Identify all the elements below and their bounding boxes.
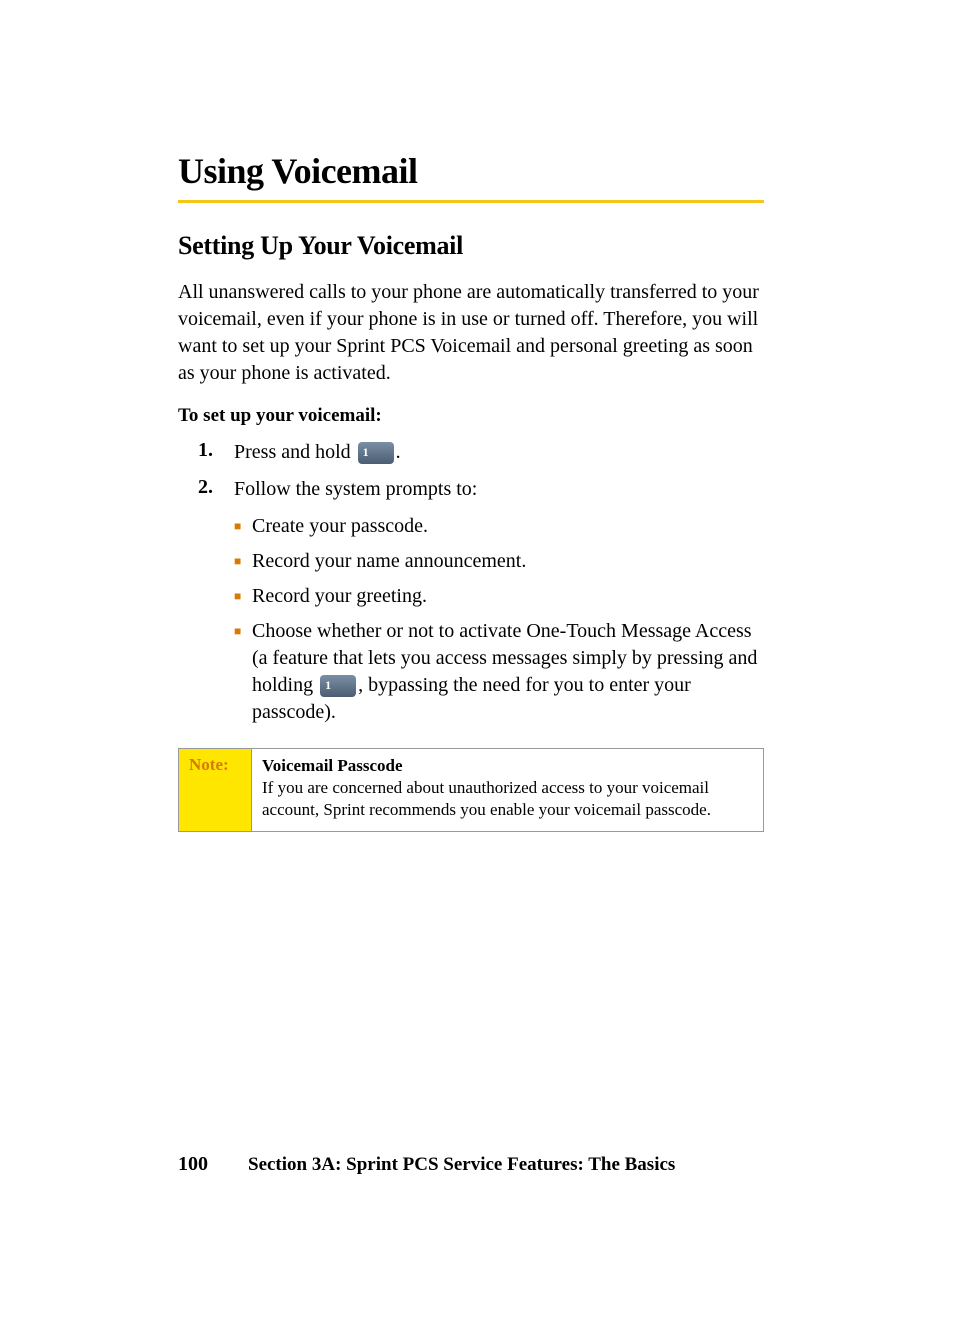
list-item: ■ Record your greeting. xyxy=(234,583,764,610)
page-footer: 100 Section 3A: Sprint PCS Service Featu… xyxy=(178,1153,675,1176)
bullet-text: Choose whether or not to activate One-To… xyxy=(252,618,764,726)
bullet-icon: ■ xyxy=(234,618,252,639)
list-item: ■ Create your passcode. xyxy=(234,513,764,540)
note-label: Note: xyxy=(179,749,251,831)
list-item: ■ Record your name announcement. xyxy=(234,548,764,575)
one-key-icon xyxy=(358,442,394,464)
section-label: Section 3A: Sprint PCS Service Features:… xyxy=(248,1154,675,1176)
bullet-text: Record your greeting. xyxy=(252,583,764,610)
bullet-icon: ■ xyxy=(234,513,252,534)
bullet-icon: ■ xyxy=(234,583,252,604)
bullet-icon: ■ xyxy=(234,548,252,569)
bullet-list: ■ Create your passcode. ■ Record your na… xyxy=(178,513,764,726)
step-text: Follow the system prompts to: xyxy=(234,476,764,503)
setup-label: To set up your voicemail: xyxy=(178,405,764,427)
page-content: Using Voicemail Setting Up Your Voicemai… xyxy=(0,0,954,832)
note-title: Voicemail Passcode xyxy=(262,755,753,777)
step-number: 1. xyxy=(198,439,234,462)
step-two: 2. Follow the system prompts to: xyxy=(198,476,764,503)
step-text-before: Press and hold xyxy=(234,441,356,463)
steps-list: 1. Press and hold . 2. Follow the system… xyxy=(178,439,764,503)
bullet-text: Record your name announcement. xyxy=(252,548,764,575)
sub-heading: Setting Up Your Voicemail xyxy=(178,231,764,261)
note-body: If you are concerned about unauthorized … xyxy=(262,778,711,819)
step-one: 1. Press and hold . xyxy=(198,439,764,466)
page-number: 100 xyxy=(178,1153,208,1176)
one-key-icon xyxy=(320,675,356,697)
step-text-after: . xyxy=(396,441,401,463)
main-heading: Using Voicemail xyxy=(178,150,764,192)
intro-paragraph: All unanswered calls to your phone are a… xyxy=(178,279,764,387)
bullet-text: Create your passcode. xyxy=(252,513,764,540)
note-box: Note: Voicemail Passcode If you are conc… xyxy=(178,748,764,832)
list-item: ■ Choose whether or not to activate One-… xyxy=(234,618,764,726)
step-number: 2. xyxy=(198,476,234,499)
step-text: Press and hold . xyxy=(234,439,764,466)
note-content: Voicemail Passcode If you are concerned … xyxy=(251,749,763,831)
heading-underline xyxy=(178,200,764,203)
